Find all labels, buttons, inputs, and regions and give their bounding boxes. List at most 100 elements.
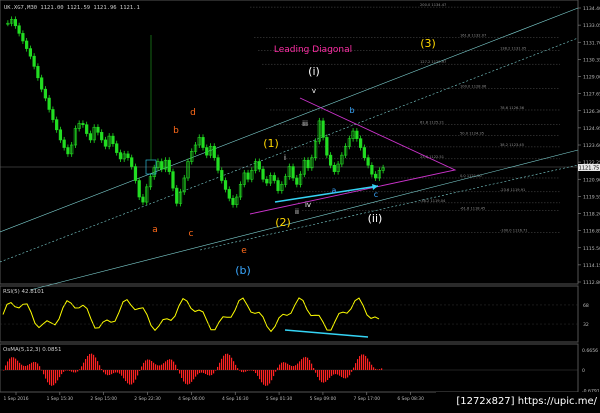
candle-body bbox=[133, 166, 138, 181]
wave-2-label: (2) bbox=[275, 216, 291, 229]
osma-bar bbox=[247, 370, 249, 371]
candle-body bbox=[137, 180, 141, 198]
osma-bar bbox=[381, 368, 383, 370]
osma-bar bbox=[221, 358, 223, 370]
wave-3-label: (3) bbox=[420, 37, 436, 50]
osma-bar bbox=[97, 361, 99, 370]
osma-bar bbox=[113, 370, 115, 374]
osma-bar bbox=[61, 370, 63, 375]
candle-body bbox=[43, 88, 48, 99]
osma-bar bbox=[135, 370, 137, 380]
osma-bar bbox=[255, 370, 257, 374]
osma-bar bbox=[111, 370, 113, 375]
window-title: UK.XG7,M30 1121.00 1121.59 1121.96 1121.… bbox=[4, 5, 140, 11]
candle-body bbox=[58, 129, 63, 141]
osma-bar bbox=[215, 370, 217, 371]
osma-bar bbox=[339, 370, 341, 376]
osma-bar bbox=[227, 353, 229, 370]
osma-bar bbox=[175, 364, 177, 370]
osma-bar bbox=[167, 359, 169, 370]
osma-bar bbox=[141, 366, 143, 370]
candle-body bbox=[85, 124, 89, 134]
trading-chart[interactable]: 200.0 1134.47 161.8 1132.07 138.2 1131.05 1… bbox=[0, 0, 600, 409]
x-tick-label: 2 Sep 22:30 bbox=[134, 396, 161, 402]
candle-body bbox=[358, 138, 363, 148]
price-tick-label: 1119.55 bbox=[583, 194, 600, 200]
watermark-text: [1272x827] https://upic.me/ bbox=[456, 396, 597, 407]
osma-bar bbox=[161, 364, 163, 370]
osma-bar bbox=[75, 370, 77, 373]
candle-body bbox=[257, 161, 261, 170]
osma-bar bbox=[257, 370, 259, 376]
osma-bar bbox=[73, 370, 75, 373]
osma-bar bbox=[69, 370, 71, 371]
candle-body bbox=[171, 171, 175, 189]
wave-v-small: v bbox=[312, 87, 316, 95]
osma-bar bbox=[333, 370, 335, 375]
candle-body bbox=[141, 196, 145, 203]
osma-bar bbox=[71, 370, 73, 372]
price-tick-label: 1134.40 bbox=[583, 6, 600, 12]
osma-bar bbox=[151, 361, 153, 370]
osma-bar bbox=[133, 370, 135, 383]
price-tick-label: 1118.20 bbox=[583, 212, 600, 218]
osma-bar bbox=[173, 361, 175, 370]
osma-bar bbox=[91, 353, 93, 370]
osma-bar bbox=[149, 359, 151, 370]
osma-bar bbox=[243, 370, 245, 373]
osma-bar bbox=[197, 370, 199, 375]
osma-bar bbox=[187, 370, 189, 385]
price-tick-label: 1133.05 bbox=[583, 23, 600, 29]
osma-bar bbox=[59, 370, 61, 378]
osma-bar bbox=[79, 369, 81, 370]
osma-bar bbox=[101, 369, 103, 370]
osma-bar bbox=[19, 362, 21, 370]
osma-bar bbox=[275, 370, 277, 372]
rsi-tick-label: 68 bbox=[583, 303, 589, 309]
osma-bar bbox=[143, 362, 145, 370]
osma-bar bbox=[347, 370, 349, 378]
osma-bar bbox=[271, 370, 273, 381]
osma-bar bbox=[13, 357, 15, 370]
osma-bar bbox=[305, 356, 307, 370]
osma-bar bbox=[315, 370, 317, 373]
osma-bar bbox=[249, 370, 251, 371]
osma-bar bbox=[273, 370, 275, 377]
x-tick-label: 1 Sep 2016 bbox=[3, 396, 28, 402]
price-tick-label: 1123.60 bbox=[583, 143, 600, 149]
osma-bar bbox=[115, 370, 117, 373]
osma-bar bbox=[171, 359, 173, 370]
x-tick-label: 2 Sep 15:00 bbox=[90, 396, 117, 402]
wave-c-red-label: c bbox=[189, 229, 194, 239]
osma-bar bbox=[27, 365, 29, 370]
osma-bar bbox=[99, 365, 101, 370]
osma-label: OsMA(5,12,3) 0.0851 bbox=[3, 347, 61, 353]
osma-bar bbox=[11, 357, 13, 370]
osma-bar bbox=[57, 370, 59, 381]
osma-bar bbox=[355, 363, 357, 370]
price-tick-label: 1120.90 bbox=[583, 177, 600, 183]
osma-bar bbox=[377, 369, 379, 370]
osma-bar bbox=[131, 370, 133, 385]
osma-bar bbox=[155, 364, 157, 370]
osma-bar bbox=[375, 368, 377, 370]
osma-bar bbox=[189, 370, 191, 384]
osma-bar bbox=[5, 365, 7, 370]
osma-bar bbox=[241, 370, 243, 372]
osma-bar bbox=[353, 367, 355, 370]
osma-bar bbox=[265, 370, 267, 386]
osma-bar bbox=[87, 355, 89, 370]
osma-bar bbox=[327, 370, 329, 381]
osma-bar bbox=[193, 370, 195, 380]
candle-body bbox=[47, 97, 51, 110]
osma-bar bbox=[349, 370, 351, 376]
candle-body bbox=[96, 126, 100, 133]
osma-bar bbox=[139, 370, 141, 371]
osma-bar bbox=[301, 359, 303, 370]
rsi-tick-label: 32 bbox=[583, 322, 589, 328]
osma-bar bbox=[303, 357, 305, 370]
price-tick-label: 1129.00 bbox=[583, 75, 600, 81]
osma-bar bbox=[213, 370, 215, 374]
candle-body bbox=[62, 139, 66, 148]
candle-body bbox=[118, 152, 123, 160]
